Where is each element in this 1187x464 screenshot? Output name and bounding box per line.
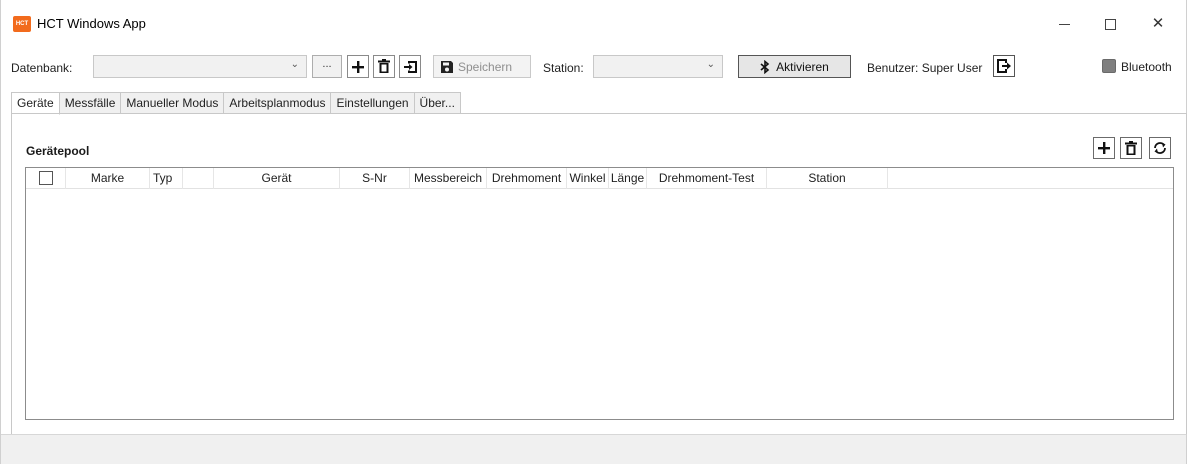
maximize-icon [1104,18,1116,30]
chevron-down-icon: ⌄ [290,59,299,70]
plus-icon [1098,142,1110,154]
browse-database-button[interactable]: ... [312,55,342,78]
column-header-winkel[interactable]: Winkel [567,168,609,189]
select-all-checkbox[interactable] [39,171,53,185]
column-header-s-nr[interactable]: S-Nr [340,168,410,189]
close-icon: ✕ [1151,15,1165,32]
minimize-icon [1058,23,1070,25]
save-button[interactable]: Speichern [433,55,531,78]
bluetooth-checkbox[interactable] [1102,59,1116,73]
add-device-button[interactable] [1093,137,1115,159]
title-bar: HCT HCT Windows App ✕ [1,0,1186,46]
close-button[interactable]: ✕ [1135,8,1181,38]
chevron-down-icon: ⌄ [706,59,715,70]
activate-bluetooth-button[interactable]: Aktivieren [738,55,851,78]
station-select[interactable]: ⌄ [593,55,723,78]
save-label: Speichern [458,59,513,74]
app-logo-icon: HCT [13,16,31,32]
delete-device-button[interactable] [1120,137,1142,159]
logout-icon [997,59,1011,73]
bluetooth-icon [760,59,770,74]
database-select[interactable]: ⌄ [93,55,307,78]
floppy-icon [441,60,453,73]
import-database-button[interactable] [399,55,421,78]
trash-icon [378,59,390,73]
activate-label: Aktivieren [776,59,829,74]
tab-arbeitsplanmodus[interactable]: Arbeitsplanmodus [224,92,332,114]
tab-ueber[interactable]: Über... [414,92,461,114]
user-label: Benutzer: Super User [867,61,983,75]
refresh-devices-button[interactable] [1149,137,1171,159]
tab-messfaelle[interactable]: Messfälle [59,92,122,114]
main-tabs: Geräte Messfälle Manueller Modus Arbeits… [11,92,461,115]
app-window: HCT HCT Windows App ✕ Datenbank: ⌄ ... S… [0,0,1187,464]
device-pool-title: Gerätepool [26,144,90,158]
column-header-messbereich[interactable]: Messbereich [410,168,487,189]
maximize-button[interactable] [1087,8,1133,38]
bluetooth-label: Bluetooth [1121,60,1172,74]
column-header-typ[interactable]: Typ [150,168,183,189]
trash-icon [1125,140,1137,155]
header-divider [888,188,1173,189]
column-header-drehmoment-test[interactable]: Drehmoment-Test [647,168,767,189]
refresh-icon [1154,142,1166,154]
table-header: Marke Typ Gerät S-Nr Messbereich Drehmom… [26,168,888,189]
column-header-marke[interactable]: Marke [66,168,150,189]
logout-button[interactable] [993,55,1015,77]
status-bar [1,434,1186,464]
tab-einstellungen[interactable]: Einstellungen [331,92,415,114]
column-header-station[interactable]: Station [767,168,888,189]
column-header-geraet[interactable]: Gerät [214,168,340,189]
column-header-laenge[interactable]: Länge [609,168,647,189]
minimize-button[interactable] [1041,8,1087,38]
window-title: HCT Windows App [37,16,146,31]
tab-manueller-modus[interactable]: Manueller Modus [121,92,225,114]
database-label: Datenbank: [11,61,73,75]
column-header-blank[interactable] [183,168,214,189]
delete-database-button[interactable] [373,55,395,78]
column-header-drehmoment[interactable]: Drehmoment [487,168,567,189]
tab-geraete[interactable]: Geräte [11,92,60,115]
toolbar: Datenbank: ⌄ ... Speichern Station: ⌄ Ak… [1,52,1186,82]
add-database-button[interactable] [347,55,369,78]
select-all-column [26,168,66,189]
device-pool-table[interactable]: Marke Typ Gerät S-Nr Messbereich Drehmom… [25,167,1174,420]
station-label: Station: [543,61,584,75]
import-icon [403,60,417,73]
plus-icon [352,60,364,73]
